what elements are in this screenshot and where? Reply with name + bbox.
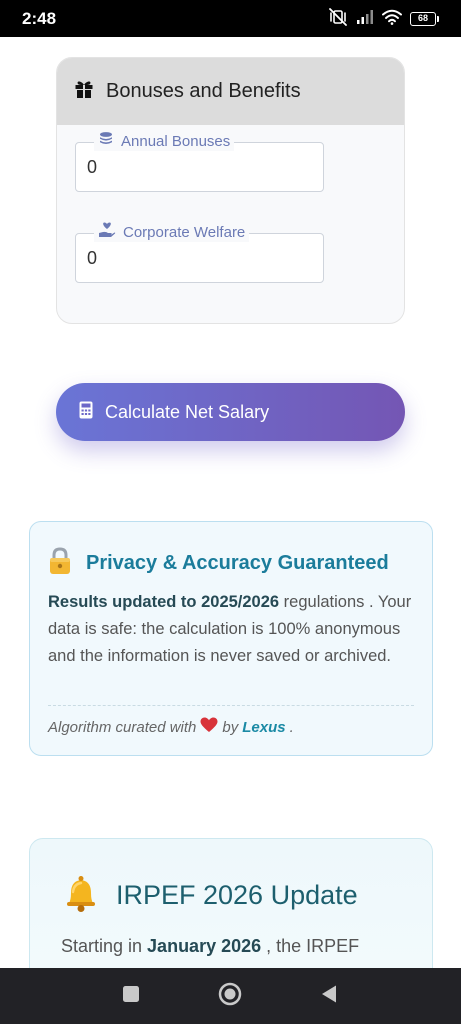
square-icon [122,985,140,1008]
back-triangle-icon [320,984,338,1009]
corporate-welfare-label: Corporate Welfare [94,222,250,242]
irpef-title: IRPEF 2026 Update [116,880,358,910]
privacy-divider [48,705,414,706]
calculate-net-salary-label: Calculate Net Salary [105,401,270,422]
corporate-welfare-value: 0 [87,248,98,268]
battery-level: 68 [410,12,436,26]
home-button[interactable] [218,982,242,1011]
calculator-icon [79,401,93,424]
irpef-title-row: IRPEF 2026 Update [61,873,358,918]
gift-icon [74,79,94,104]
signal-icon [356,9,374,30]
bonuses-card: Bonuses and Benefits Annual Bonuses 0 Co… [56,57,405,324]
vibrate-off-icon [328,7,348,31]
recents-button[interactable] [120,985,142,1007]
footer-author-link[interactable]: Lexus [242,719,285,736]
irpef-text: Starting in January 2026 , the IRPEF [61,936,360,956]
circle-icon [218,982,242,1011]
privacy-footer: Algorithm curated with by Lexus . [48,717,294,737]
heart-icon [200,717,218,737]
navigation-bar [0,968,461,1024]
calculate-net-salary-button[interactable]: Calculate Net Salary [56,383,405,441]
bonuses-card-title: Bonuses and Benefits [106,80,301,102]
battery-icon: 68 [410,12,439,26]
privacy-text: Results updated to 2025/2026 regulations… [48,589,420,670]
back-button[interactable] [318,985,340,1007]
footer-by: by [222,718,239,736]
lock-icon [48,547,72,580]
bonuses-card-header: Bonuses and Benefits [57,58,404,125]
wifi-icon [382,9,402,30]
annual-bonuses-field[interactable]: Annual Bonuses 0 [75,131,324,192]
status-time: 2:48 [22,9,57,28]
annual-bonuses-value: 0 [87,157,98,177]
corporate-welfare-field[interactable]: Corporate Welfare 0 [75,222,324,283]
privacy-title-row: Privacy & Accuracy Guaranteed [48,547,389,580]
footer-suffix: . [289,718,294,736]
status-bar: 2:48 68 [0,0,461,37]
hand-heart-icon [98,222,116,242]
bell-icon [61,873,101,918]
coins-icon [98,131,114,151]
privacy-title: Privacy & Accuracy Guaranteed [86,552,389,574]
privacy-text-strong: Results updated to 2025/2026 [48,593,280,611]
footer-prefix: Algorithm curated with [48,718,197,736]
annual-bonuses-label: Annual Bonuses [94,131,235,151]
status-icons: 68 [328,7,439,31]
irpef-text-strong: January 2026 [147,936,262,956]
privacy-card: Privacy & Accuracy Guaranteed Results up… [29,521,433,756]
